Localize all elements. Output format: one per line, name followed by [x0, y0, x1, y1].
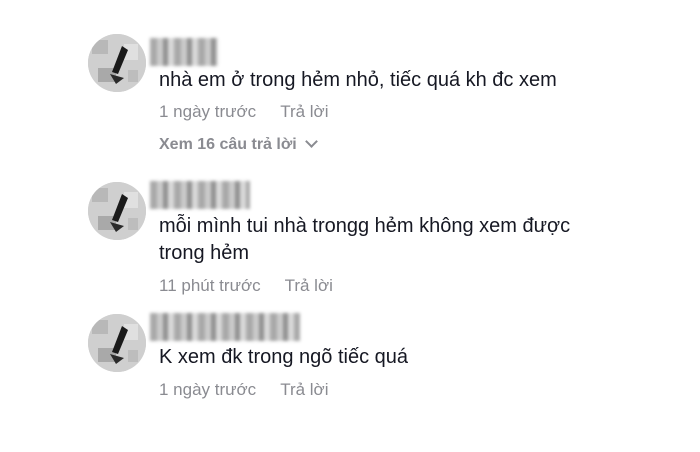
avatar[interactable] — [88, 34, 146, 92]
comment-text-line2: trong hẻm — [159, 242, 250, 264]
comment-meta: 1 ngày trước Trả lời — [159, 102, 328, 122]
chevron-down-icon — [304, 135, 318, 148]
reply-button[interactable]: Trả lời — [285, 276, 333, 295]
comment-time: 1 ngày trước — [159, 380, 257, 399]
view-replies-label: Xem 16 câu trả lời — [159, 136, 297, 153]
comment-text: K xem đk trong ngõ tiếc quá — [159, 346, 409, 368]
comment-text: nhà em ở trong hẻm nhỏ, tiếc quá kh đc x… — [159, 69, 557, 91]
comment-time: 11 phút trước — [159, 276, 261, 295]
comment-meta: 1 ngày trước Trả lời — [159, 380, 328, 400]
comment-meta: 11 phút trước Trả lời — [159, 276, 333, 296]
view-replies-button[interactable]: Xem 16 câu trả lời — [159, 135, 318, 154]
comment-text-line1: mỗi mình tui nhà trongg hẻm không xem đư… — [159, 215, 571, 237]
reply-button[interactable]: Trả lời — [280, 102, 328, 121]
sketch-avatar-icon — [88, 34, 146, 92]
avatar[interactable] — [88, 314, 146, 372]
username-blurred[interactable] — [150, 38, 218, 66]
reply-button[interactable]: Trả lời — [280, 380, 328, 399]
comment-time: 1 ngày trước — [159, 102, 257, 121]
avatar[interactable] — [88, 182, 146, 240]
username-blurred[interactable] — [150, 313, 300, 341]
sketch-avatar-icon — [88, 314, 146, 372]
username-blurred[interactable] — [150, 181, 250, 209]
sketch-avatar-icon — [88, 182, 146, 240]
